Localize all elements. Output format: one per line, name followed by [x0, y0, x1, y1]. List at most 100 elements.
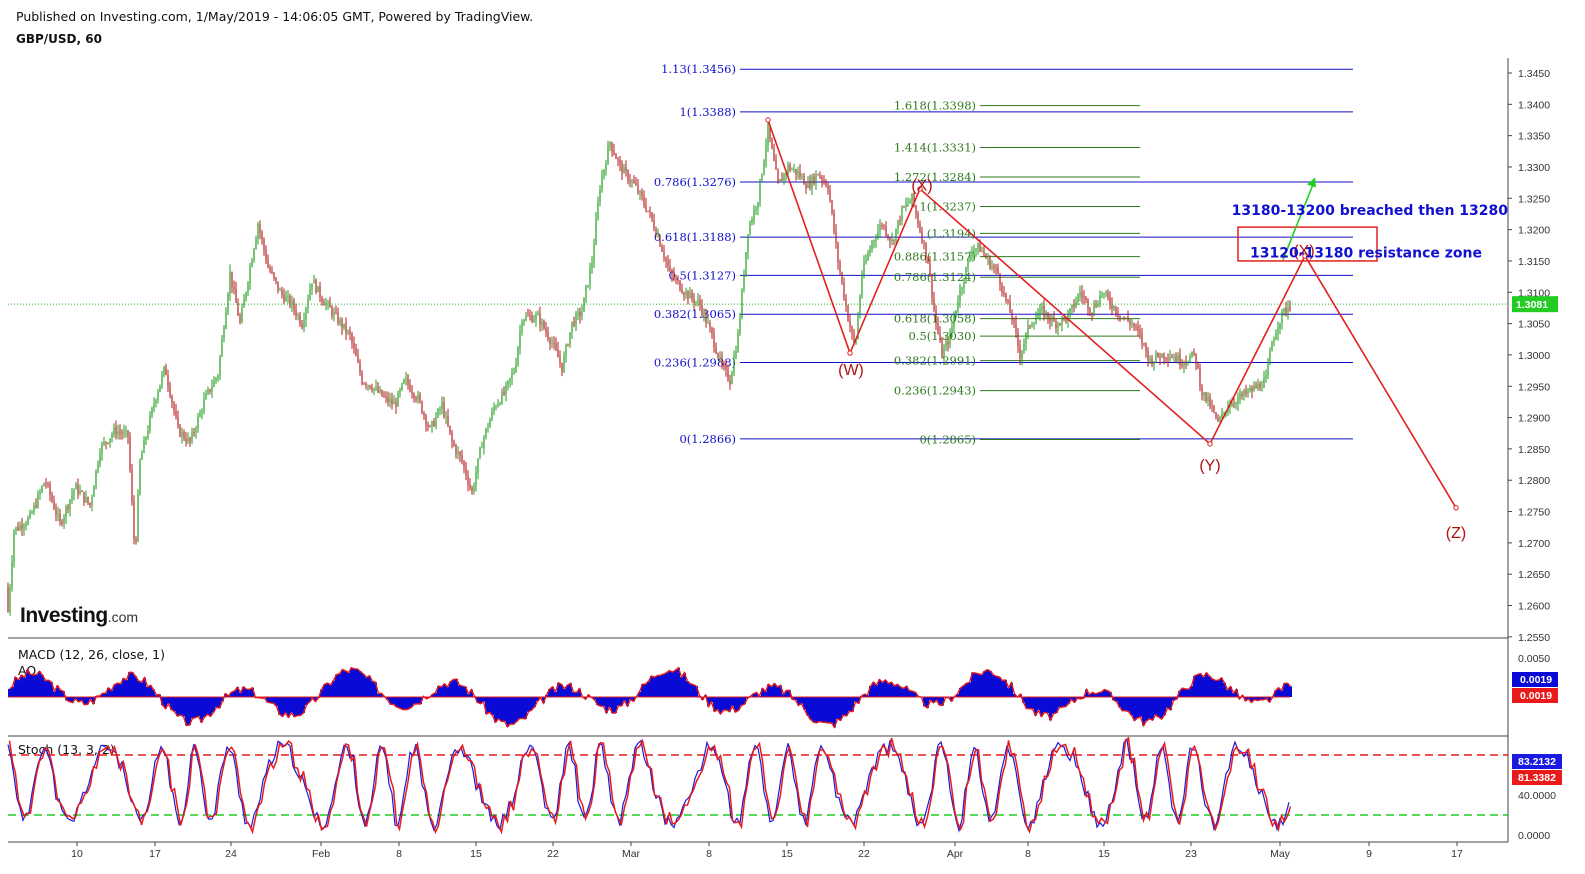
candle-body	[39, 491, 41, 494]
macd-bar	[287, 697, 290, 718]
candle-body	[651, 212, 653, 220]
macd-bar	[1160, 697, 1163, 720]
candle-body	[183, 432, 185, 439]
candle-body	[475, 473, 477, 487]
candle-body	[767, 124, 769, 146]
macd-bar	[347, 672, 350, 697]
candle-body	[15, 527, 17, 532]
candle-body	[911, 193, 913, 202]
candle-body	[1025, 333, 1027, 344]
macd-bar	[827, 697, 830, 723]
candle-body	[205, 393, 207, 400]
candle-body	[69, 499, 71, 509]
candle-body	[995, 267, 997, 269]
macd-bar	[338, 673, 341, 697]
macd-bar	[440, 686, 443, 697]
candle-body	[1007, 300, 1009, 302]
candle-body	[807, 182, 809, 188]
candle-body	[113, 427, 115, 435]
macd-bar	[194, 697, 197, 718]
macd-bar	[848, 697, 851, 712]
candle-body	[1001, 284, 1003, 293]
candle-body	[281, 290, 283, 295]
candle-body	[213, 380, 215, 387]
candle-body	[1079, 292, 1081, 295]
y-tick-label: 1.3250	[1518, 193, 1550, 205]
candle-body	[803, 176, 805, 185]
y-tick-label: 1.2550	[1518, 632, 1550, 644]
candle-body	[919, 224, 921, 232]
macd-bar	[653, 677, 656, 697]
macd-bar	[1187, 689, 1190, 697]
macd-bar	[602, 697, 605, 707]
candle-body	[1185, 362, 1187, 364]
candle-body	[1195, 353, 1197, 364]
candle-body	[569, 332, 571, 346]
candle-body	[943, 348, 945, 358]
candle-body	[941, 339, 943, 358]
candle-body	[269, 267, 271, 272]
candle-body	[611, 142, 613, 151]
macd-bar	[716, 697, 719, 710]
candle-body	[959, 289, 961, 302]
candle-body	[1257, 383, 1259, 389]
candle-body	[1105, 292, 1107, 294]
candle-body	[573, 321, 575, 326]
candle-body	[355, 348, 357, 357]
candle-body	[1053, 317, 1055, 322]
candle-body	[291, 300, 293, 306]
candle-body	[1133, 323, 1135, 327]
macd-bar	[821, 697, 824, 723]
candle-body	[545, 328, 547, 333]
macd-bar	[692, 684, 695, 697]
macd-bar	[776, 686, 779, 697]
candle-body	[65, 506, 67, 517]
candle-body	[477, 458, 479, 474]
candle-body	[393, 402, 395, 405]
candle-body	[703, 312, 705, 315]
macd-bar	[899, 686, 902, 697]
x-tick-label: 17	[149, 848, 161, 860]
candle-body	[1253, 385, 1255, 392]
macd-bar	[407, 697, 410, 710]
candle-body	[711, 327, 713, 334]
candle-body	[799, 171, 801, 178]
candle-body	[1165, 358, 1167, 360]
candle-body	[435, 416, 437, 427]
candle-body	[751, 219, 753, 224]
candle-body	[395, 402, 397, 407]
macd-bar	[488, 697, 491, 713]
candle-body	[937, 322, 939, 334]
candle-body	[191, 432, 193, 442]
candle-body	[385, 396, 387, 398]
macd-bar	[401, 697, 404, 710]
candle-body	[719, 356, 721, 358]
candle-body	[369, 385, 371, 389]
candle-body	[449, 425, 451, 433]
candle-body	[1217, 418, 1219, 421]
candle-body	[1027, 325, 1029, 334]
candle-body	[95, 470, 97, 487]
macd-bar	[1217, 680, 1220, 697]
macd-bar	[644, 684, 647, 697]
candle-body	[709, 322, 711, 328]
candle-body	[373, 388, 375, 391]
macd-bar	[839, 697, 842, 721]
fib-level-label: 1.272(1.3284)	[894, 170, 976, 184]
macd-bar	[962, 685, 965, 697]
candle-body	[167, 375, 169, 386]
candle-body	[1095, 305, 1097, 307]
candle-body	[143, 440, 145, 453]
candle-body	[999, 273, 1001, 285]
candle-body	[893, 240, 895, 241]
macd-bar	[674, 670, 677, 697]
chart-canvas[interactable]: 1.13(1.3456) 1(1.3388) 0.786(1.3276) 0.618(…	[0, 0, 1585, 874]
macd-bar	[188, 697, 191, 725]
candle-body	[549, 338, 551, 344]
macd-bar	[119, 683, 122, 697]
candle-body	[111, 434, 113, 439]
candle-body	[997, 268, 999, 274]
macd-bar	[665, 672, 668, 697]
candle-body	[1277, 328, 1279, 334]
macd-bar	[983, 671, 986, 697]
